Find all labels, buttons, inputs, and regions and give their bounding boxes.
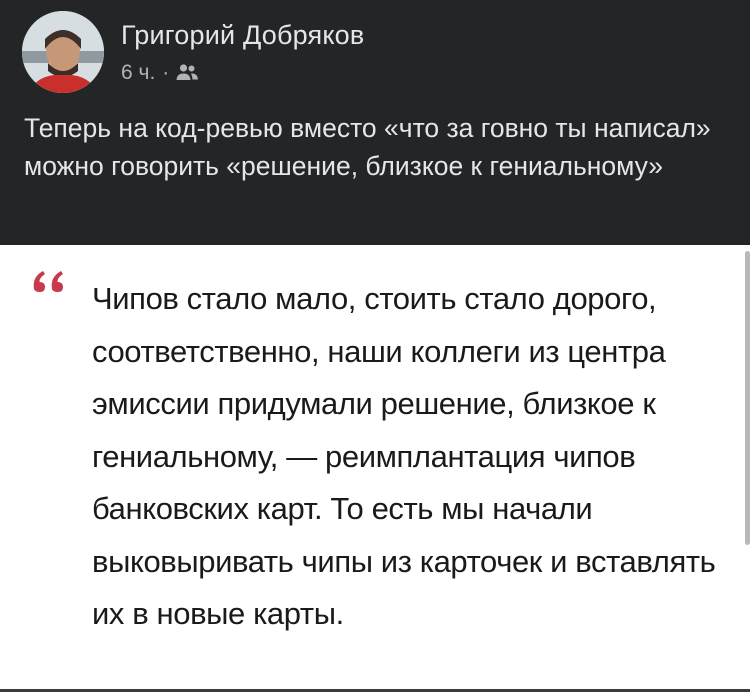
scrollbar[interactable] [745, 251, 750, 545]
post-text: Теперь на код-ревью вместо «что за говно… [24, 113, 711, 181]
post-header: Григорий Добряков 6 ч. · Теперь на код-р… [0, 0, 750, 245]
author-name[interactable]: Григорий Добряков [121, 20, 364, 51]
quote-card: Чипов стало мало, стоить стало дорого, с… [0, 245, 750, 692]
post-time[interactable]: 6 ч. [121, 61, 155, 85]
avatar-photo [22, 11, 104, 93]
quote-text: Чипов стало мало, стоить стало дорого, с… [92, 281, 716, 631]
quote-mark-icon [33, 271, 63, 292]
friends-icon[interactable] [175, 63, 199, 83]
post-meta: 6 ч. · [121, 60, 199, 86]
avatar[interactable] [22, 11, 104, 93]
meta-separator: · [162, 61, 170, 84]
post: Григорий Добряков 6 ч. · Теперь на код-р… [0, 0, 750, 692]
